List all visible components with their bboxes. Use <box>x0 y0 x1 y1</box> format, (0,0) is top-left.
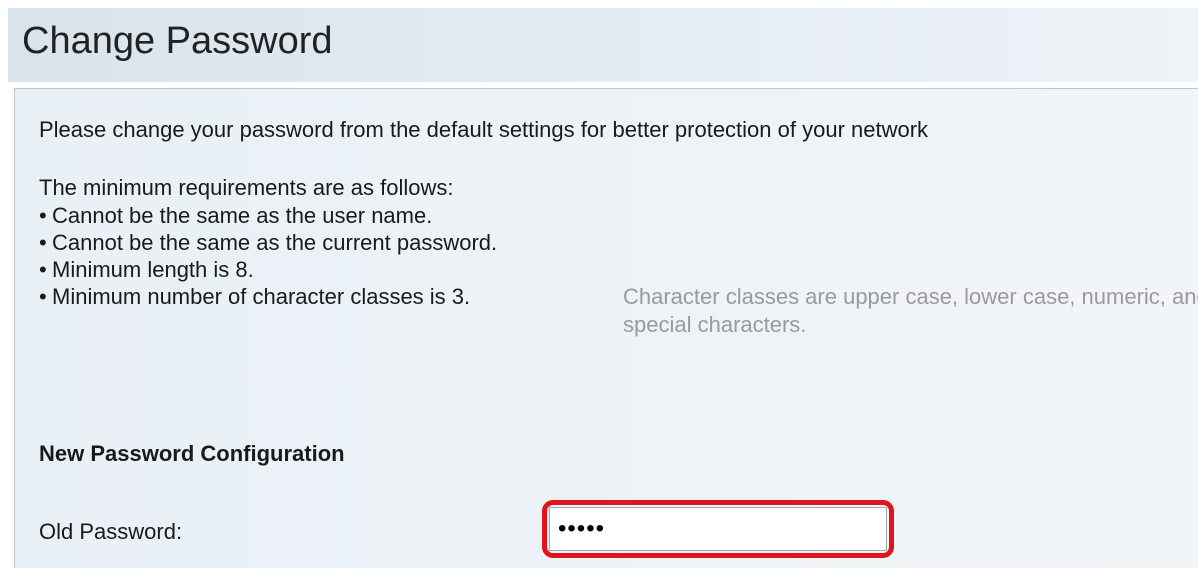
change-password-page: Change Password Please change your passw… <box>0 0 1198 568</box>
requirement-item: • Minimum number of character classes is … <box>39 283 497 310</box>
character-classes-note: Character classes are upper case, lower … <box>623 284 1198 337</box>
requirements-heading: The minimum requirements are as follows: <box>39 175 454 200</box>
page-title: Change Password <box>22 20 333 62</box>
bullet: • <box>39 284 47 309</box>
requirement-item: • Minimum length is 8. <box>39 256 497 283</box>
bullet: • <box>39 203 47 228</box>
intro-text: Please change your password from the def… <box>39 117 929 142</box>
old-password-label: Old Password: <box>39 519 183 544</box>
bullet: • <box>39 230 47 255</box>
bullet: • <box>39 257 47 282</box>
title-bar: Change Password <box>8 8 1198 82</box>
requirements-list: • Cannot be the same as the user name. • C… <box>39 202 497 310</box>
requirement-text: Cannot be the same as the current passwo… <box>52 230 498 255</box>
requirement-item: • Cannot be the same as the user name. <box>39 202 497 229</box>
requirement-text: Cannot be the same as the user name. <box>52 203 433 228</box>
requirement-text: Minimum length is 8. <box>52 257 254 282</box>
content-panel: Please change your password from the def… <box>14 88 1198 568</box>
requirement-item: • Cannot be the same as the current passw… <box>39 229 497 256</box>
old-password-input[interactable] <box>549 507 887 551</box>
requirement-text: Minimum number of character classes is 3… <box>52 284 471 309</box>
section-heading: New Password Configuration <box>39 441 345 466</box>
